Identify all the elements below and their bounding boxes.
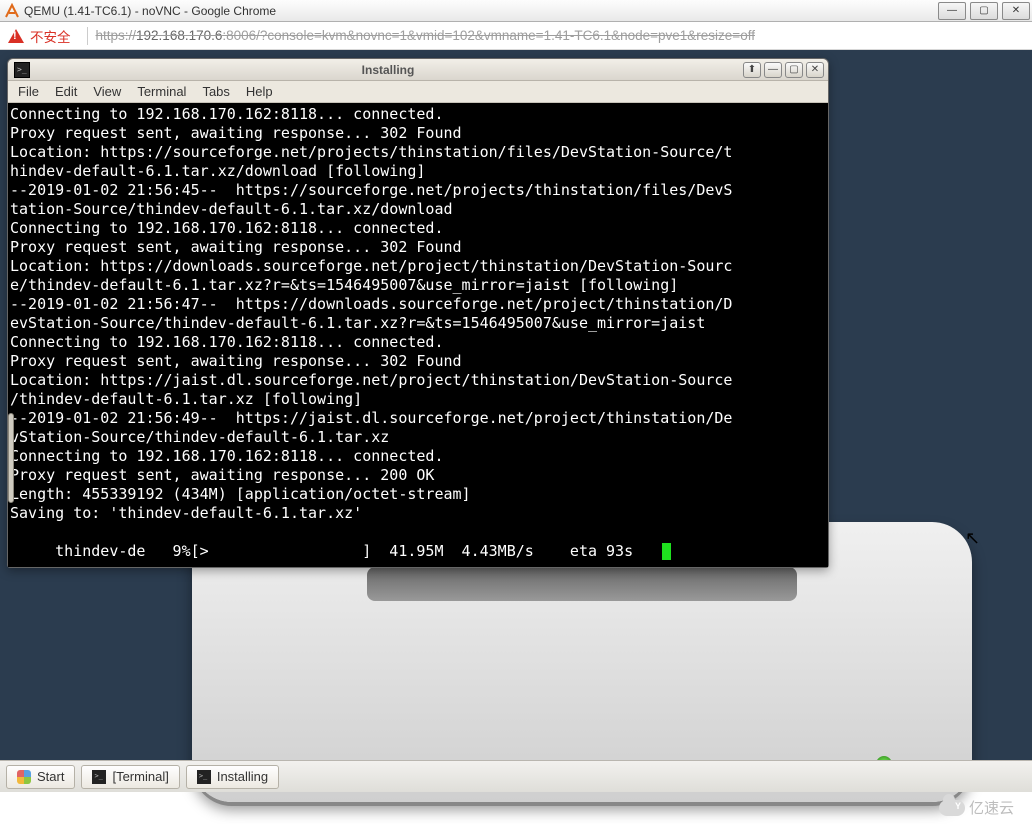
insecure-label: 不安全 xyxy=(30,26,71,46)
chrome-address-row: 不安全 https://192.168.170.6:8006/?console=… xyxy=(0,22,1032,50)
url-scheme: https:// xyxy=(96,28,137,43)
menu-file[interactable]: File xyxy=(18,84,39,99)
terminal-close-button[interactable]: ✕ xyxy=(806,62,824,78)
terminal-keep-above-button[interactable]: ⬆ xyxy=(743,62,761,78)
menu-edit[interactable]: Edit xyxy=(55,84,77,99)
chrome-window-title: QEMU (1.41-TC6.1) - noVNC - Google Chrom… xyxy=(24,4,276,18)
menu-terminal[interactable]: Terminal xyxy=(137,84,186,99)
start-button[interactable]: Start xyxy=(6,765,75,789)
menu-tabs[interactable]: Tabs xyxy=(202,84,229,99)
taskbar-item-label: Installing xyxy=(217,769,268,784)
terminal-maximize-button[interactable]: ▢ xyxy=(785,62,803,78)
terminal-menubar: File Edit View Terminal Tabs Help xyxy=(8,81,828,103)
chrome-window-controls: — ▢ ✕ xyxy=(936,1,1032,21)
terminal-icon xyxy=(14,62,30,78)
terminal-window: Installing ⬆ — ▢ ✕ File Edit View Termin… xyxy=(7,58,829,568)
chrome-minimize-button[interactable]: — xyxy=(938,2,966,20)
chrome-close-button[interactable]: ✕ xyxy=(1002,2,1030,20)
terminal-output: Connecting to 192.168.170.162:8118... co… xyxy=(10,105,826,561)
terminal-scrollbar[interactable] xyxy=(8,413,14,503)
cloud-icon xyxy=(939,800,965,816)
terminal-body[interactable]: Connecting to 192.168.170.162:8118... co… xyxy=(8,103,828,567)
url-path: :8006/?console=kvm&novnc=1&vmid=102&vmna… xyxy=(222,28,755,43)
start-label: Start xyxy=(37,769,64,784)
chrome-maximize-button[interactable]: ▢ xyxy=(970,2,998,20)
terminal-minimize-button[interactable]: — xyxy=(764,62,782,78)
terminal-icon xyxy=(197,770,211,784)
insecure-warning-icon xyxy=(8,29,24,43)
menu-view[interactable]: View xyxy=(93,84,121,99)
terminal-icon xyxy=(92,770,106,784)
chrome-titlebar: QEMU (1.41-TC6.1) - noVNC - Google Chrom… xyxy=(0,0,1032,22)
terminal-titlebar[interactable]: Installing ⬆ — ▢ ✕ xyxy=(8,59,828,81)
menu-help[interactable]: Help xyxy=(246,84,273,99)
desktop-taskbar: Start [Terminal] Installing xyxy=(0,760,1032,792)
novnc-icon xyxy=(4,3,20,19)
start-icon xyxy=(17,770,31,784)
taskbar-item-label: [Terminal] xyxy=(112,769,168,784)
mouse-cursor-icon: ↖ xyxy=(965,528,980,549)
taskbar-item-installing[interactable]: Installing xyxy=(186,765,279,789)
watermark: 亿速云 xyxy=(939,797,1014,818)
url-host: 192.168.170.6 xyxy=(136,28,222,43)
separator xyxy=(87,27,88,45)
terminal-title: Installing xyxy=(36,63,740,77)
address-url[interactable]: https://192.168.170.6:8006/?console=kvm&… xyxy=(96,28,755,43)
taskbar-item-terminal[interactable]: [Terminal] xyxy=(81,765,179,789)
watermark-text: 亿速云 xyxy=(969,797,1014,818)
